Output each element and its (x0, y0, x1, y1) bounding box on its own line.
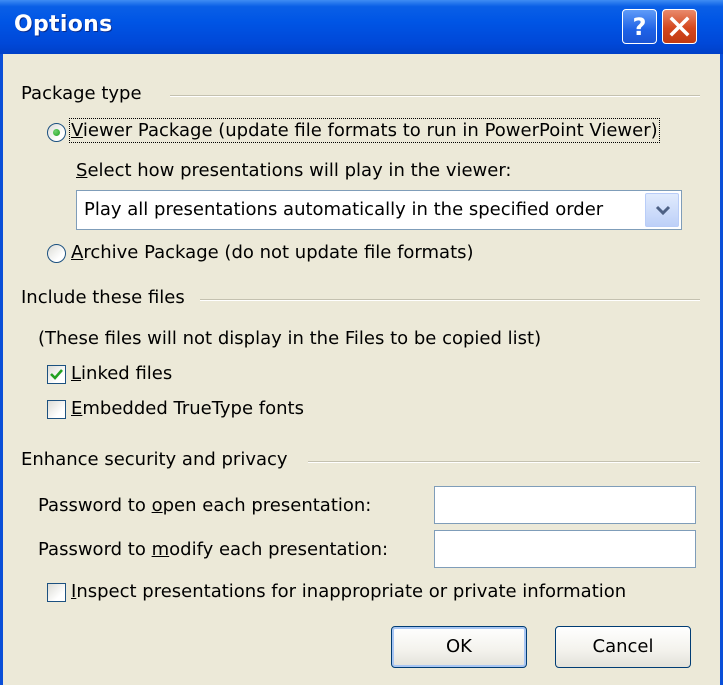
security-group-label: Enhance security and privacy (21, 449, 296, 470)
window-title: Options (14, 12, 113, 37)
include-files-note: (These files will not display in the Fil… (38, 328, 542, 349)
linked-files-label[interactable]: Linked files (71, 363, 172, 384)
play-mode-selected-value: Play all presentations automatically in … (84, 199, 604, 220)
viewer-package-radio[interactable] (47, 123, 66, 142)
play-mode-select[interactable]: Play all presentations automatically in … (76, 190, 682, 230)
embedded-fonts-label[interactable]: Embedded TrueType fonts (71, 398, 304, 419)
help-button[interactable]: ? (622, 9, 657, 44)
linked-files-checkbox[interactable] (47, 365, 66, 384)
svg-text:?: ? (633, 13, 647, 41)
group-divider (200, 299, 700, 301)
play-mode-label: Select how presentations will play in th… (76, 160, 512, 181)
cancel-button[interactable]: Cancel (555, 626, 691, 668)
radio-selected-dot (53, 129, 60, 136)
chevron-down-icon (655, 205, 671, 216)
modify-password-input[interactable] (434, 530, 696, 568)
open-password-label: Password to open each presentation: (38, 495, 372, 516)
viewer-package-label[interactable]: Viewer Package (update file formats to r… (69, 118, 660, 143)
dropdown-button[interactable] (645, 193, 679, 227)
group-divider (308, 461, 700, 463)
package-type-label: Package type (21, 83, 150, 104)
open-password-input[interactable] (434, 486, 696, 524)
inspect-checkbox[interactable] (47, 583, 66, 602)
checkmark-icon (50, 369, 63, 380)
help-icon: ? (633, 13, 647, 41)
embedded-fonts-checkbox[interactable] (47, 400, 66, 419)
include-files-label: Include these files (21, 287, 193, 308)
modify-password-label: Password to modify each presentation: (38, 539, 389, 560)
archive-package-label[interactable]: Archive Package (do not update file form… (71, 242, 474, 263)
inspect-label[interactable]: Inspect presentations for inappropriate … (71, 581, 626, 602)
close-button[interactable] (662, 9, 697, 44)
title-bar[interactable]: Options ? (0, 0, 723, 54)
group-divider (170, 95, 700, 97)
ok-button[interactable]: OK (391, 626, 527, 668)
close-icon (669, 16, 690, 37)
archive-package-radio[interactable] (47, 244, 66, 263)
